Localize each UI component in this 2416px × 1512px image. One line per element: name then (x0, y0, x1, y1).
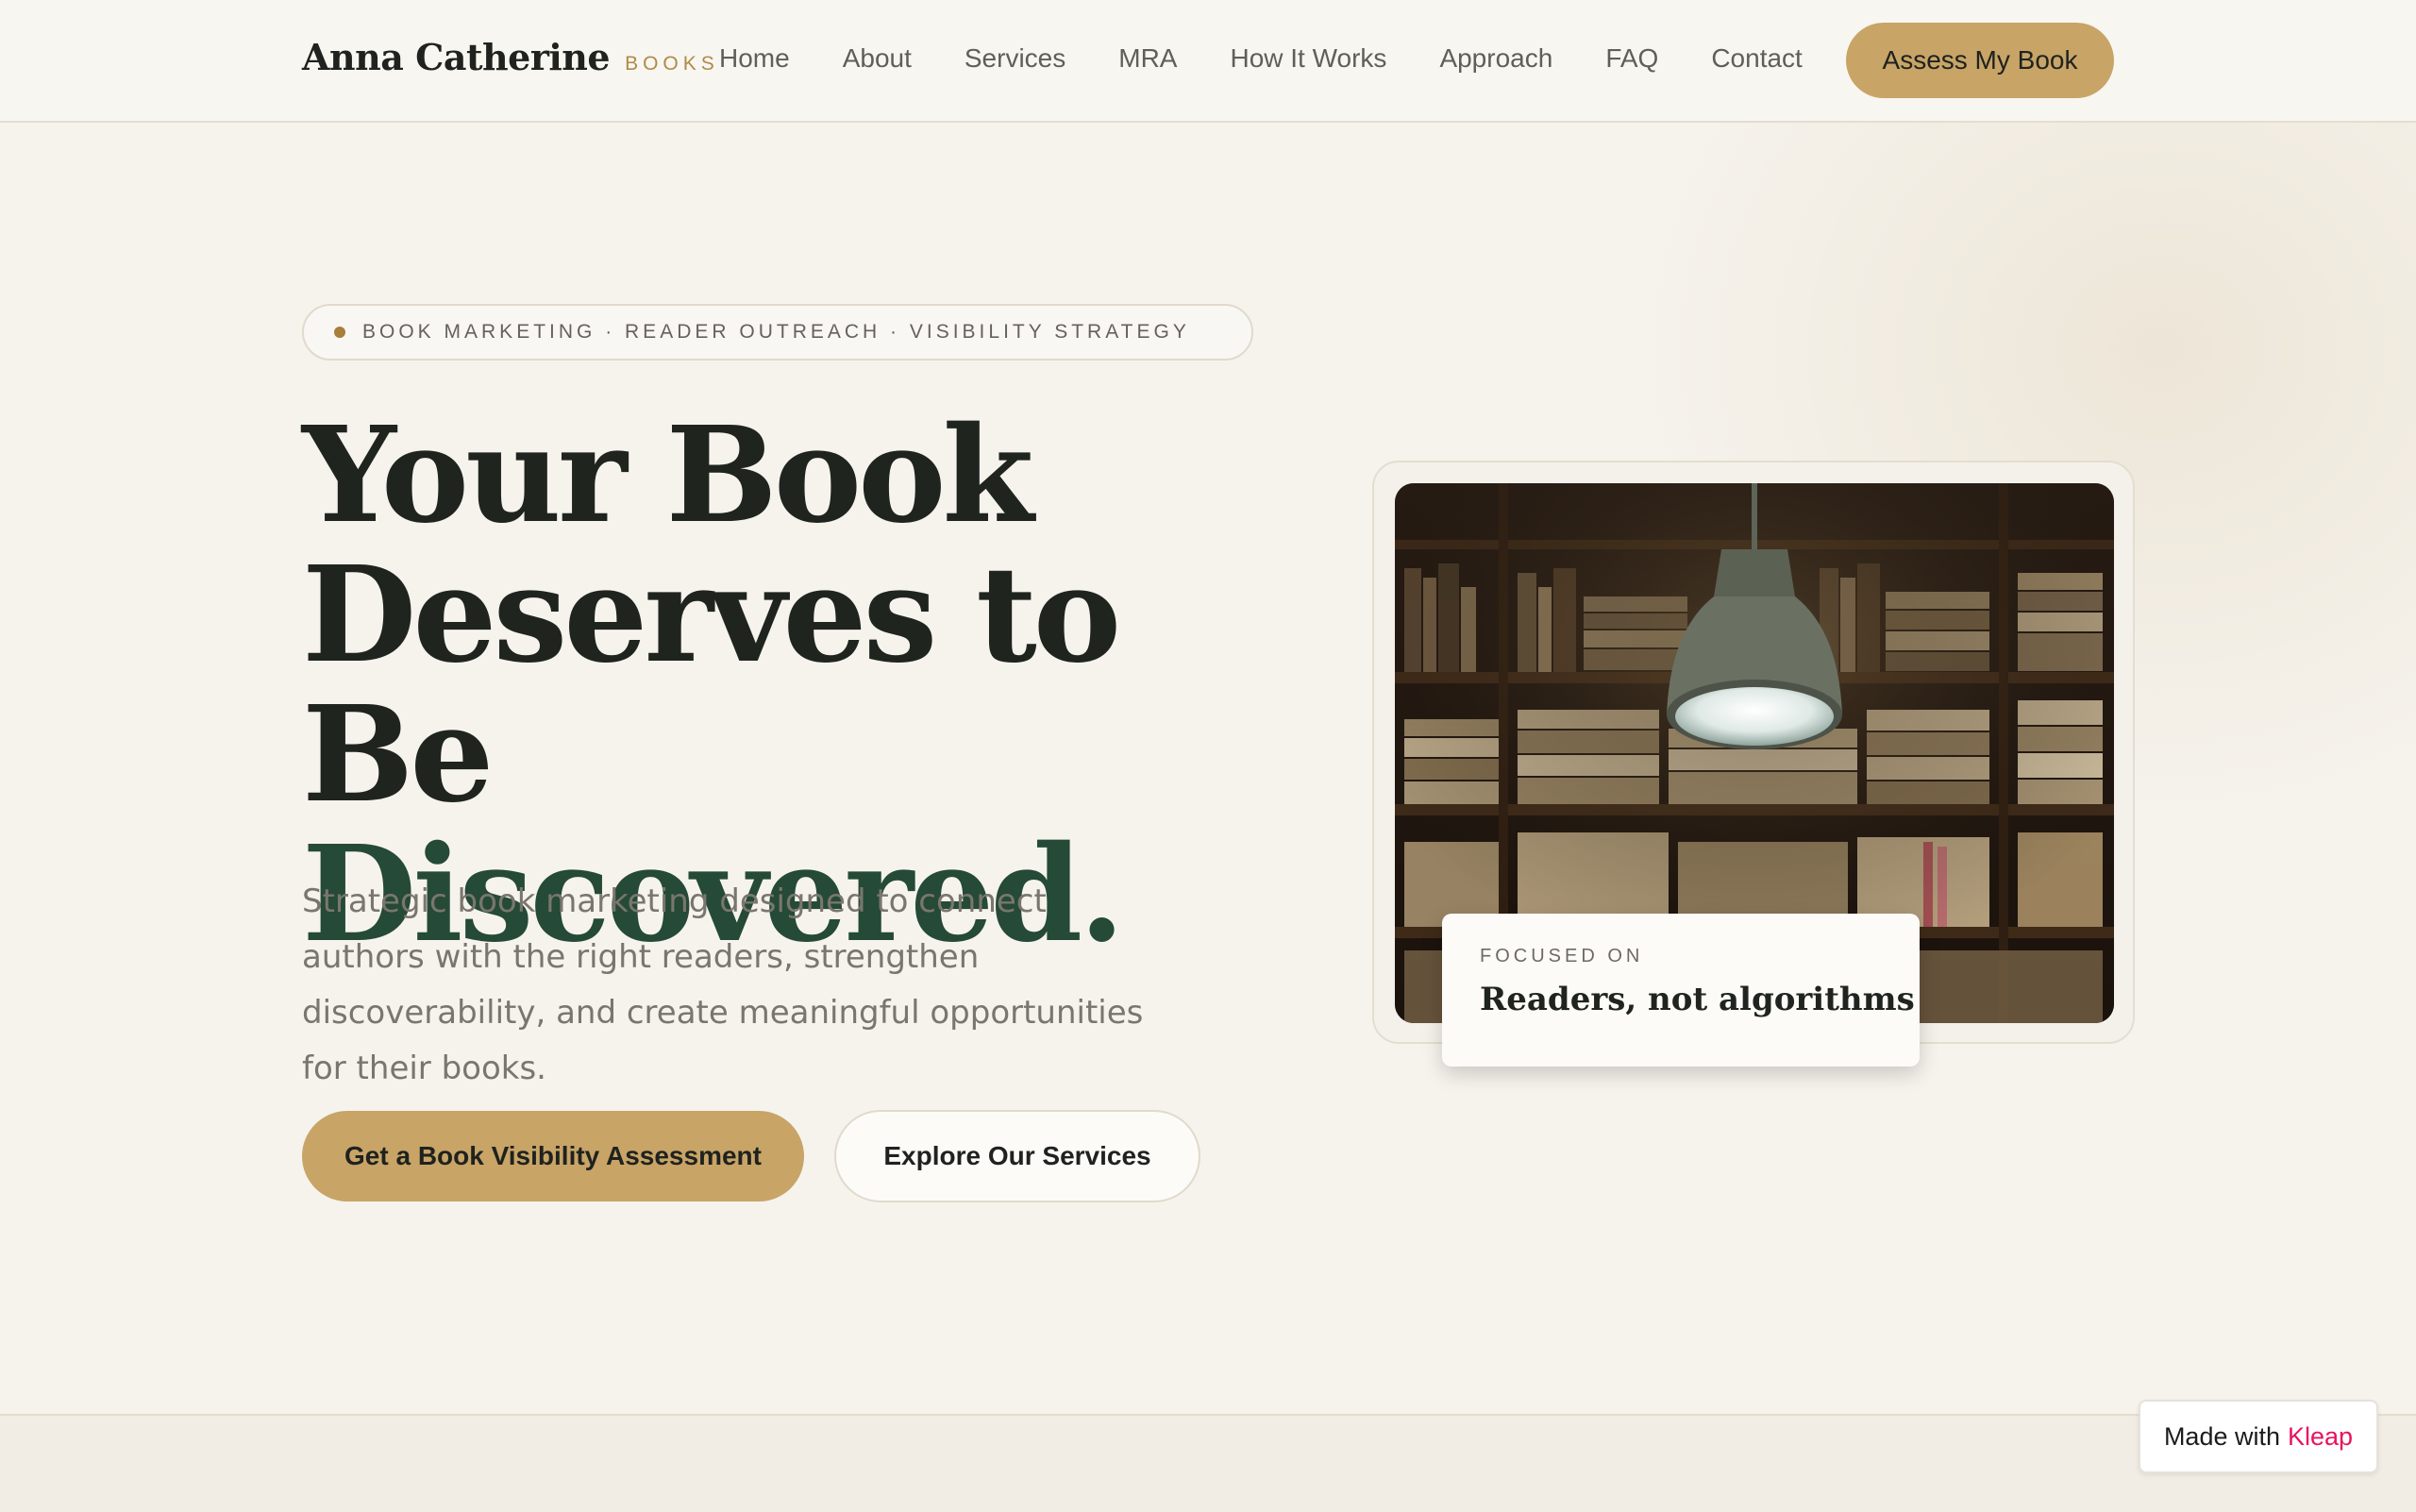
brand-subtitle: BOOKS (625, 53, 719, 75)
explore-services-button[interactable]: Explore Our Services (834, 1110, 1200, 1202)
headline-line-1: Your Book (302, 398, 1034, 553)
tagline-text: BOOK MARKETING · READER OUTREACH · VISIB… (362, 321, 1190, 343)
nav-link-faq[interactable]: FAQ (1605, 43, 1658, 74)
focus-card-label: FOCUSED ON (1480, 946, 1644, 966)
tagline-dot-icon (334, 327, 345, 338)
nav-link-how-it-works[interactable]: How It Works (1230, 43, 1386, 74)
badge-prefix: Made with (2163, 1421, 2280, 1451)
headline-line-2: Deserves to Be (302, 538, 1121, 832)
nav-link-mra[interactable]: MRA (1118, 43, 1177, 74)
assess-my-book-button[interactable]: Assess My Book (1846, 23, 2114, 98)
made-with-kleap-badge[interactable]: Made with Kleap (2139, 1400, 2378, 1473)
nav-link-home[interactable]: Home (719, 43, 790, 74)
focus-card: FOCUSED ON Readers, not algorithms (1442, 914, 1920, 1067)
hero-description: Strategic book marketing designed to con… (302, 882, 1144, 1087)
brand-name: Anna Catherine (302, 36, 611, 78)
brand-logo[interactable]: Anna Catherine BOOKS (302, 36, 719, 78)
nav-link-approach[interactable]: Approach (1439, 43, 1552, 74)
nav-link-services[interactable]: Services (965, 43, 1065, 74)
tagline-pill: BOOK MARKETING · READER OUTREACH · VISIB… (302, 304, 1253, 361)
nav-link-about[interactable]: About (843, 43, 912, 74)
badge-brand: Kleap (2288, 1421, 2354, 1451)
focus-card-text: Readers, not algorithms (1480, 981, 1915, 1018)
top-navigation: Anna Catherine BOOKS Home About Services… (0, 0, 2416, 123)
nav-link-contact[interactable]: Contact (1711, 43, 1803, 74)
book-visibility-assessment-button[interactable]: Get a Book Visibility Assessment (302, 1111, 804, 1201)
nav-links: Home About Services MRA How It Works App… (719, 43, 1855, 74)
next-section-band (0, 1414, 2416, 1512)
